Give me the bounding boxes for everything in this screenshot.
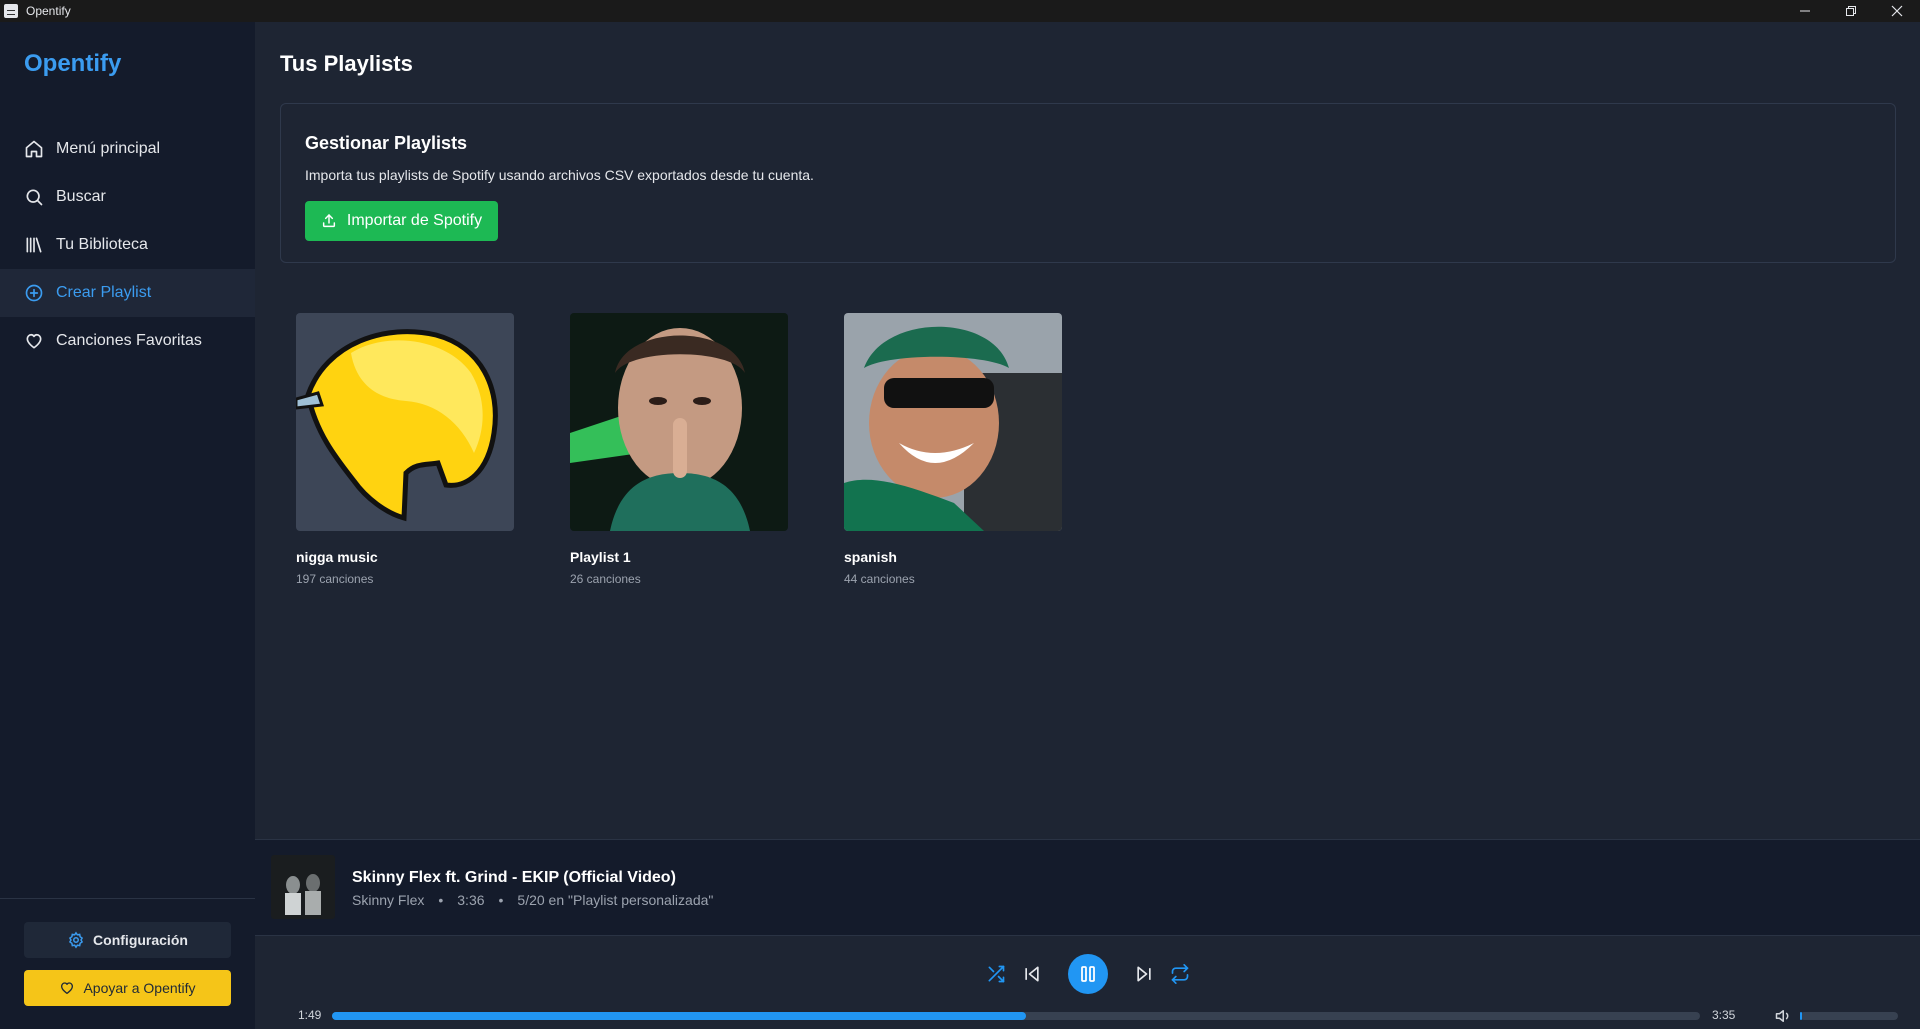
- upload-icon: [322, 214, 335, 228]
- minimize-icon[interactable]: [1782, 0, 1828, 22]
- playlist-grid: nigga music 197 canciones Playlist 1 26 …: [296, 313, 1118, 586]
- playlist-name: spanish: [844, 549, 897, 565]
- shuffle-button[interactable]: [984, 962, 1008, 986]
- title-bar: Opentify: [0, 0, 1920, 22]
- settings-button[interactable]: Configuración: [24, 922, 231, 958]
- import-label: Importar de Spotify: [346, 212, 483, 229]
- progress-bar[interactable]: [332, 1012, 1700, 1020]
- sidebar-item-home[interactable]: Menú principal: [0, 125, 255, 173]
- home-icon: [25, 140, 43, 158]
- pause-button[interactable]: [1067, 954, 1108, 994]
- brand-logo[interactable]: Opentify: [24, 50, 121, 78]
- import-spotify-button[interactable]: Importar de Spotify: [305, 201, 498, 241]
- playlist-cover[interactable]: [296, 313, 514, 531]
- repeat-button[interactable]: [1168, 962, 1192, 986]
- previous-button[interactable]: [1020, 962, 1044, 986]
- heart-icon: [61, 982, 74, 994]
- support-label: Apoyar a Opentify: [83, 980, 196, 996]
- heart-icon: [26, 333, 42, 349]
- sidebar-item-search[interactable]: Buscar: [0, 173, 255, 221]
- sidebar-item-label: Tu Biblioteca: [56, 236, 148, 253]
- playlist-count: 26 canciones: [570, 572, 641, 586]
- volume-fill: [1800, 1012, 1802, 1020]
- repeat-icon: [1171, 964, 1188, 984]
- now-playing-bar: Skinny Flex ft. Grind - EKIP (Official V…: [255, 839, 1920, 935]
- separator: •: [438, 892, 444, 908]
- window-title: Opentify: [26, 4, 71, 18]
- shuffle-icon: [988, 965, 1004, 983]
- playlist-cover[interactable]: [844, 313, 1062, 531]
- track-duration: 3:36: [457, 892, 485, 908]
- sidebar-item-label: Crear Playlist: [56, 284, 152, 301]
- playlist-card[interactable]: Playlist 1 26 canciones: [570, 313, 788, 586]
- plus-circle-icon: [25, 284, 43, 302]
- library-icon: [26, 237, 42, 253]
- next-button[interactable]: [1132, 962, 1156, 986]
- volume-slider[interactable]: [1800, 1012, 1898, 1020]
- gear-icon: [68, 931, 84, 949]
- sidebar-nav: Menú principal Buscar Tu Biblioteca Crea…: [0, 125, 255, 365]
- pause-icon: [1080, 966, 1095, 982]
- total-time: 3:35: [1712, 1008, 1736, 1022]
- playlist-card[interactable]: nigga music 197 canciones: [296, 313, 514, 586]
- track-meta: Skinny Flex • 3:36 • 5/20 en "Playlist p…: [352, 892, 713, 908]
- queue-position: 5/20 en "Playlist personalizada": [517, 892, 714, 908]
- player-controls: 1:49 3:35: [255, 935, 1920, 1029]
- sidebar-item-label: Buscar: [56, 188, 106, 205]
- playlist-count: 197 canciones: [296, 572, 374, 586]
- sidebar-footer: Configuración Apoyar a Opentify: [0, 898, 255, 1006]
- manage-description: Importa tus playlists de Spotify usando …: [305, 167, 814, 183]
- track-title: Skinny Flex ft. Grind - EKIP (Official V…: [352, 869, 676, 886]
- progress-fill: [332, 1012, 1026, 1020]
- track-thumbnail[interactable]: [271, 855, 335, 919]
- restore-icon[interactable]: [1828, 0, 1874, 22]
- playlist-card[interactable]: spanish 44 canciones: [844, 313, 1062, 586]
- sidebar-item-create-playlist[interactable]: Crear Playlist: [0, 269, 255, 317]
- app-icon: [4, 4, 18, 18]
- manage-playlists-card: Gestionar Playlists Importa tus playlist…: [280, 103, 1896, 263]
- skip-back-icon: [1024, 966, 1039, 982]
- playlist-name: Playlist 1: [570, 549, 631, 565]
- elapsed-time: 1:49: [298, 1008, 322, 1022]
- sidebar-item-library[interactable]: Tu Biblioteca: [0, 221, 255, 269]
- support-button[interactable]: Apoyar a Opentify: [24, 970, 231, 1006]
- search-icon: [26, 189, 43, 206]
- main-content: Tus Playlists Gestionar Playlists Import…: [255, 22, 1920, 839]
- skip-forward-icon: [1136, 966, 1151, 982]
- page-title: Tus Playlists: [280, 51, 413, 76]
- playlist-cover[interactable]: [570, 313, 788, 531]
- playlist-name: nigga music: [296, 549, 378, 565]
- manage-title: Gestionar Playlists: [305, 133, 468, 153]
- sidebar-item-label: Menú principal: [56, 140, 161, 157]
- sidebar-item-favorites[interactable]: Canciones Favoritas: [0, 317, 255, 365]
- track-artist[interactable]: Skinny Flex: [352, 892, 424, 908]
- sidebar-item-label: Canciones Favoritas: [56, 332, 202, 349]
- playlist-count: 44 canciones: [844, 572, 915, 586]
- close-icon[interactable]: [1874, 0, 1920, 22]
- volume-icon[interactable]: [1775, 1007, 1793, 1025]
- separator: •: [498, 892, 504, 908]
- settings-label: Configuración: [93, 932, 188, 948]
- sidebar: Opentify Menú principal Buscar Tu Biblio…: [0, 22, 255, 1029]
